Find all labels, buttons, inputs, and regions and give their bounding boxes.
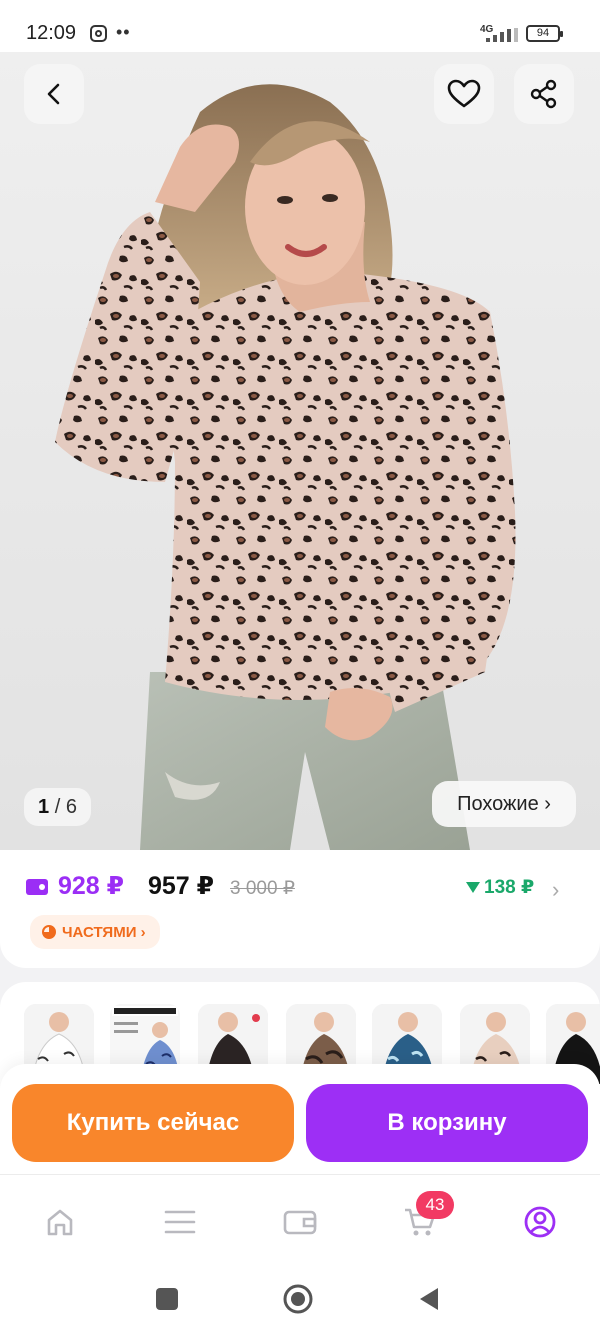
buy-now-button[interactable]: Купить сейчас xyxy=(12,1084,294,1162)
wallet-icon xyxy=(283,1210,317,1235)
nav-home[interactable] xyxy=(35,1197,85,1247)
gallery-counter: 1 / 6 xyxy=(24,788,91,826)
price-card: 928 ₽ 957 ₽ 3 000 ₽ 138 ₽ › ЧАСТЯМИ › xyxy=(0,850,600,968)
current-price: 957 ₽ xyxy=(148,872,215,900)
old-price: 3 000 ₽ xyxy=(230,878,295,899)
back-system-button[interactable] xyxy=(412,1282,446,1316)
installments-button[interactable]: ЧАСТЯМИ › xyxy=(30,915,160,949)
status-bar: 12:09 •• 4G 94 xyxy=(0,0,600,52)
bottom-navigation: 43 xyxy=(0,1174,600,1266)
nav-catalog[interactable] xyxy=(155,1197,205,1247)
nav-profile[interactable] xyxy=(515,1197,565,1247)
profile-icon xyxy=(524,1206,556,1238)
share-button[interactable] xyxy=(514,64,574,124)
home-system-button[interactable] xyxy=(281,1282,315,1316)
wallet-icon xyxy=(26,879,48,895)
price-drop[interactable]: 138 ₽ xyxy=(466,876,534,899)
add-to-cart-button[interactable]: В корзину xyxy=(306,1084,588,1162)
recent-apps-button[interactable] xyxy=(150,1282,184,1316)
instagram-notification-icon xyxy=(90,25,107,42)
chevron-left-icon xyxy=(47,83,60,105)
nav-wallet[interactable] xyxy=(275,1197,325,1247)
price-drop-value: 138 ₽ xyxy=(484,877,535,898)
battery-icon: 94 xyxy=(526,25,563,42)
price-chevron-icon[interactable]: › xyxy=(552,877,559,903)
wallet-price: 928 ₽ xyxy=(58,872,125,900)
gallery-current: 1 xyxy=(38,796,50,818)
price-drop-arrow-icon xyxy=(466,882,480,893)
installments-label: ЧАСТЯМИ › xyxy=(62,923,146,941)
gallery-total: 6 xyxy=(65,796,77,818)
home-icon xyxy=(47,1209,73,1236)
back-button[interactable] xyxy=(24,64,84,124)
similar-button[interactable]: Похожие › xyxy=(432,781,576,827)
cart-count-badge: 43 xyxy=(416,1191,454,1219)
square-icon xyxy=(156,1288,178,1310)
pie-chart-icon xyxy=(42,925,56,939)
menu-icon xyxy=(164,1210,196,1234)
action-bar: Купить сейчас В корзину xyxy=(0,1064,600,1174)
gallery-separator: / xyxy=(54,796,61,818)
signal-icon xyxy=(486,28,518,42)
more-notifications-icon: •• xyxy=(116,22,131,42)
product-photo xyxy=(55,84,516,850)
circle-icon xyxy=(283,1284,313,1314)
system-navigation xyxy=(0,1266,600,1332)
heart-icon xyxy=(447,79,481,108)
share-icon xyxy=(530,79,557,109)
favorite-button[interactable] xyxy=(434,64,494,124)
product-gallery[interactable]: 1 / 6 Похожие › xyxy=(0,52,600,850)
triangle-back-icon xyxy=(420,1288,438,1310)
status-time: 12:09 xyxy=(26,22,77,44)
